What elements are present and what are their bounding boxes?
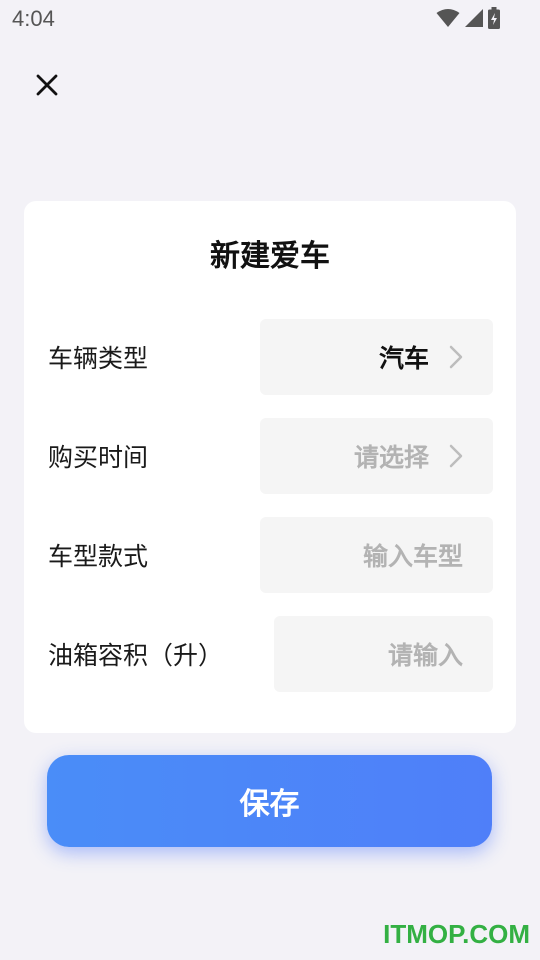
- tank-capacity-input[interactable]: 请输入: [274, 616, 493, 692]
- close-icon: [36, 74, 58, 96]
- new-car-form-card: 新建爱车 车辆类型 汽车 购买时间 请选择 车型款式 输入车型 油箱容积（升） …: [24, 201, 516, 733]
- status-time: 4:04: [12, 6, 55, 31]
- car-model-label: 车型款式: [48, 542, 149, 571]
- chevron-right-icon: [449, 444, 465, 468]
- wifi-icon: [436, 8, 460, 32]
- watermark: ITMOP.COM: [383, 919, 530, 949]
- status-bar: 4:04: [0, 0, 540, 40]
- form-row-tank-capacity: 油箱容积（升） 请输入: [24, 616, 516, 692]
- battery-charging-icon: [488, 7, 500, 33]
- signal-icon: [464, 8, 484, 32]
- form-title: 新建爱车: [210, 239, 330, 274]
- purchase-date-select[interactable]: 请选择: [260, 418, 493, 494]
- purchase-date-placeholder: 请选择: [353, 443, 429, 472]
- save-button[interactable]: 保存: [47, 755, 492, 847]
- vehicle-type-select[interactable]: 汽车: [260, 319, 493, 395]
- vehicle-type-value: 汽车: [378, 344, 429, 373]
- form-row-vehicle-type: 车辆类型 汽车: [24, 319, 516, 395]
- car-model-input[interactable]: 输入车型: [260, 517, 493, 593]
- purchase-date-label: 购买时间: [48, 443, 149, 472]
- form-row-purchase-date: 购买时间 请选择: [24, 418, 516, 494]
- form-row-car-model: 车型款式 输入车型: [24, 517, 516, 593]
- chevron-right-icon: [449, 345, 465, 369]
- tank-capacity-label: 油箱容积（升）: [48, 641, 224, 670]
- car-model-placeholder: 输入车型: [362, 542, 463, 571]
- status-icons: [436, 7, 500, 33]
- vehicle-type-label: 车辆类型: [48, 344, 149, 373]
- tank-capacity-placeholder: 请输入: [387, 641, 463, 670]
- close-button[interactable]: [30, 68, 64, 102]
